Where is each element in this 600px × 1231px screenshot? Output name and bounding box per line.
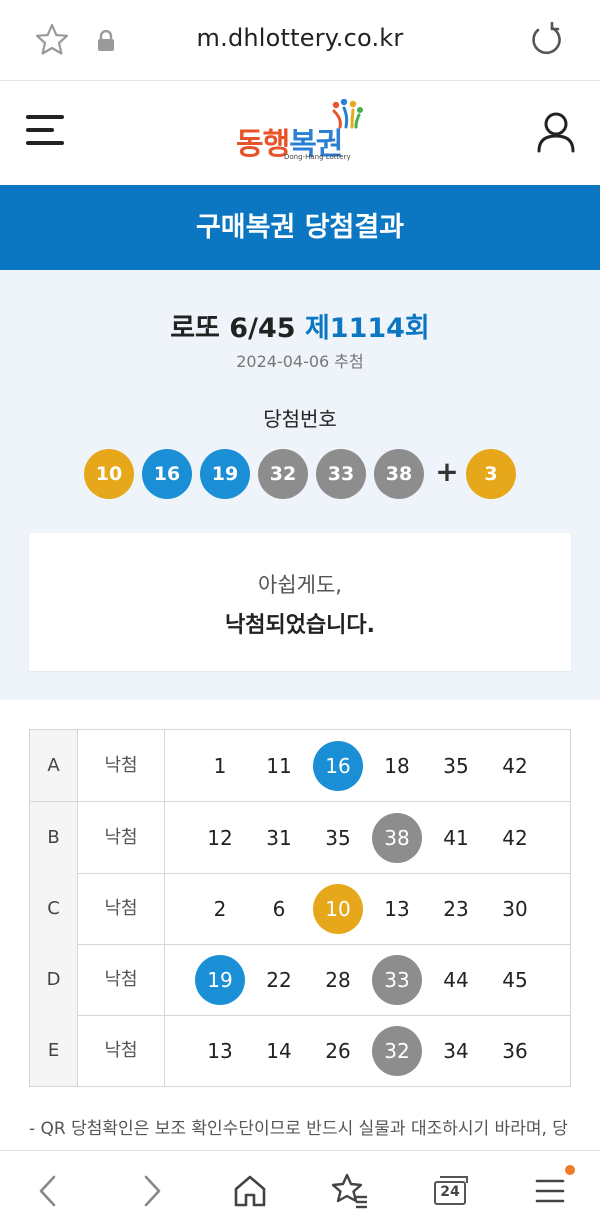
site-logo[interactable]: 동행복권 Dong-Hang Lottery [236,99,366,169]
game-result: 낙첨 [78,944,165,1015]
game-label: D [30,944,78,1015]
game-number-matched: 16 [313,741,363,791]
result-message-line2: 낙첨되었습니다. [224,613,376,638]
game-number: 18 [384,754,410,778]
page-title: 구매복권 당첨결과 [0,185,600,270]
bonus-ball: 3 [466,449,516,499]
game-number: 36 [502,1039,528,1063]
url-text[interactable]: m.dhlottery.co.kr [150,24,450,52]
game-number-matched: 19 [195,955,245,1005]
star-icon[interactable] [34,22,70,58]
game-row: C 낙첨 2 6 10 13 23 30 [30,873,570,945]
winning-ball: 33 [316,449,366,499]
game-number: 22 [266,968,292,992]
game-number: 13 [384,897,410,921]
game-number-matched: 32 [372,1026,422,1076]
home-icon[interactable] [230,1171,270,1211]
game-result: 낙첨 [78,730,165,801]
game-number: 28 [325,968,351,992]
notification-dot [565,1165,575,1175]
game-number: 42 [502,754,528,778]
hamburger-icon[interactable] [26,115,64,147]
result-message-line1: 아쉽게도, [258,573,342,597]
game-numbers: 1 11 16 18 35 42 [165,730,570,801]
game-numbers: 13 14 26 32 34 36 [165,1015,570,1086]
game-number: 23 [443,897,469,921]
game-number: 31 [266,826,292,850]
game-label: C [30,873,78,944]
game-number: 41 [443,826,469,850]
game-number: 6 [272,897,286,921]
game-number: 34 [443,1039,469,1063]
game-row: A 낙첨 1 11 16 18 35 42 [30,730,570,802]
draw-date: 2024-04-06 추첨 [236,352,364,371]
game-numbers: 12 31 35 38 41 42 [165,802,570,873]
game-number: 42 [502,826,528,850]
winning-ball: 32 [258,449,308,499]
game-number: 45 [502,968,528,992]
chevron-left-icon[interactable] [28,1171,68,1211]
game-result: 낙첨 [78,873,165,944]
game-number: 13 [207,1039,233,1063]
game-name: 로또 6/45 [170,313,296,344]
game-number: 44 [443,968,469,992]
game-number: 1 [213,754,227,778]
browser-url-bar: m.dhlottery.co.kr [0,0,600,81]
game-number-matched: 33 [372,955,422,1005]
reload-icon[interactable] [528,22,564,58]
browser-bottom-bar: 24 [0,1150,600,1231]
notice-text: - QR 당첨확인은 보조 확인수단이므로 반드시 실물과 대조하시기 바라며,… [29,1119,568,1139]
purchased-games-table: A 낙첨 1 11 16 18 35 42 B 낙첨 12 31 35 38 4… [29,729,571,1087]
game-number-matched: 10 [313,884,363,934]
game-number: 30 [502,897,528,921]
winning-numbers-label: 당첨번호 [263,407,337,431]
game-row: B 낙첨 12 31 35 38 41 42 [30,802,570,874]
winning-ball: 38 [374,449,424,499]
lock-icon [98,30,114,51]
draw-round: 로또 6/45 제1114회 [0,306,600,345]
game-row: E 낙첨 13 14 26 32 34 36 [30,1015,570,1086]
game-number: 12 [207,826,233,850]
game-number: 2 [213,897,227,921]
plus-sign: + [435,455,459,488]
game-row: D 낙첨 19 22 28 33 44 45 [30,944,570,1016]
game-number: 35 [325,826,351,850]
menu-icon[interactable] [530,1171,570,1211]
winning-ball: 19 [200,449,250,499]
bookmark-list-icon[interactable] [330,1171,370,1211]
user-icon[interactable] [536,111,576,153]
result-message-card: 아쉽게도, 낙첨되었습니다. [29,533,571,671]
winning-ball: 16 [142,449,192,499]
game-number: 14 [266,1039,292,1063]
logo-subtitle: Dong-Hang Lottery [284,153,351,161]
game-label: B [30,802,78,873]
draw-result-section: 로또 6/45 제1114회 2024-04-06 추첨 당첨번호 10 16 … [0,270,600,700]
game-number: 11 [266,754,292,778]
chevron-right-icon[interactable] [132,1171,172,1211]
winning-ball: 10 [84,449,134,499]
game-result: 낙첨 [78,1015,165,1086]
game-number-matched: 38 [372,813,422,863]
game-numbers: 19 22 28 33 44 45 [165,944,570,1015]
game-number: 35 [443,754,469,778]
tabs-icon[interactable]: 24 [434,1176,468,1205]
site-header: 동행복권 Dong-Hang Lottery [0,81,600,185]
game-label: A [30,730,78,801]
game-number: 26 [325,1039,351,1063]
round-number: 제1114회 [304,313,430,344]
game-result: 낙첨 [78,802,165,873]
winning-numbers: 10 16 19 32 33 38 + 3 [84,449,524,499]
game-label: E [30,1015,78,1086]
game-numbers: 2 6 10 13 23 30 [165,873,570,944]
